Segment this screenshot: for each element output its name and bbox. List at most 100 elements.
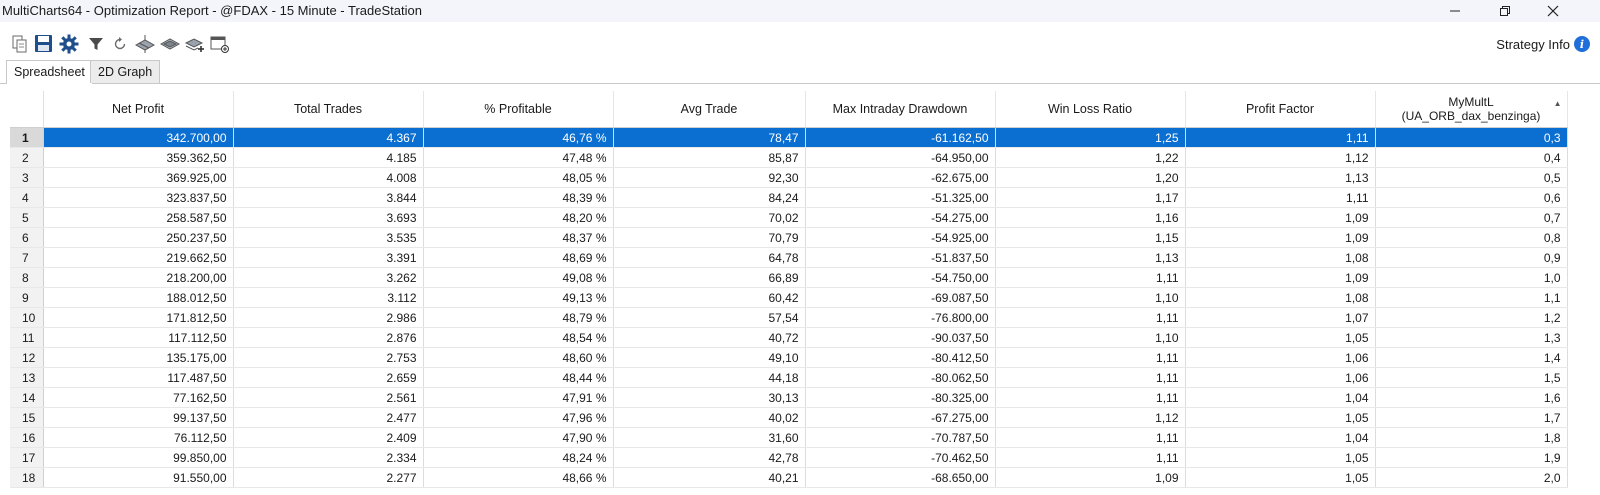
table-cell[interactable]: 4.008 <box>233 167 424 188</box>
strategy-info-link[interactable]: Strategy Info <box>1496 37 1570 52</box>
table-cell[interactable]: 48,54 % <box>423 327 614 348</box>
table-cell[interactable]: 57,54 <box>613 307 806 328</box>
row-number[interactable]: 17 <box>10 447 44 468</box>
row-number[interactable]: 11 <box>10 327 44 348</box>
table-cell[interactable]: 1,2 <box>1375 307 1568 328</box>
table-cell[interactable]: 99.137,50 <box>43 407 234 428</box>
table-cell[interactable]: -61.162,50 <box>805 127 996 148</box>
table-row[interactable]: 9 188.012,50 3.112 49,13 % 60,42 -69.087,50 1,… <box>10 287 1568 308</box>
column-header[interactable]: Avg Trade <box>613 91 806 128</box>
table-row[interactable]: 15 99.137,50 2.477 47,96 % 40,02 -67.275,00 1,… <box>10 407 1568 428</box>
table-cell[interactable]: -67.275,00 <box>805 407 996 428</box>
table-cell[interactable]: -54.275,00 <box>805 207 996 228</box>
close-button[interactable] <box>1530 0 1576 22</box>
table-cell[interactable]: 48,79 % <box>423 307 614 328</box>
table-cell[interactable]: 1,09 <box>995 467 1186 488</box>
table-cell[interactable]: 44,18 <box>613 367 806 388</box>
table-cell[interactable]: 48,37 % <box>423 227 614 248</box>
table-cell[interactable]: 1,15 <box>995 227 1186 248</box>
copy-icon[interactable] <box>10 34 30 54</box>
table-cell[interactable]: -76.800,00 <box>805 307 996 328</box>
table-cell[interactable]: 1,12 <box>995 407 1186 428</box>
table-cell[interactable]: 0,7 <box>1375 207 1568 228</box>
table-row[interactable]: 7 219.662,50 3.391 48,69 % 64,78 -51.837,50 1,… <box>10 247 1568 268</box>
table-cell[interactable]: 77.162,50 <box>43 387 234 408</box>
table-cell[interactable]: 31,60 <box>613 427 806 448</box>
table-cell[interactable]: 2.477 <box>233 407 424 428</box>
table-cell[interactable]: -51.837,50 <box>805 247 996 268</box>
table-cell[interactable]: 40,21 <box>613 467 806 488</box>
table-cell[interactable]: 1,13 <box>1185 167 1376 188</box>
table-cell[interactable]: 1,05 <box>1185 407 1376 428</box>
table-cell[interactable]: 1,05 <box>1185 447 1376 468</box>
refresh-icon[interactable] <box>110 34 130 54</box>
table-row[interactable]: 10 171.812,50 2.986 48,79 % 57,54 -76.800,00 1… <box>10 307 1568 328</box>
row-number[interactable]: 9 <box>10 287 44 308</box>
table-cell[interactable]: 47,91 % <box>423 387 614 408</box>
table-cell[interactable]: -69.087,50 <box>805 287 996 308</box>
row-number[interactable]: 14 <box>10 387 44 408</box>
table-cell[interactable]: 1,6 <box>1375 387 1568 408</box>
table-cell[interactable]: 3.535 <box>233 227 424 248</box>
table-cell[interactable]: 1,09 <box>1185 267 1376 288</box>
tab-spreadsheet[interactable]: Spreadsheet <box>6 60 93 84</box>
row-number[interactable]: 8 <box>10 267 44 288</box>
table-cell[interactable]: 1,1 <box>1375 287 1568 308</box>
table-cell[interactable]: -62.675,00 <box>805 167 996 188</box>
table-cell[interactable]: 1,4 <box>1375 347 1568 368</box>
table-cell[interactable]: 1,17 <box>995 187 1186 208</box>
table-cell[interactable]: 342.700,00 <box>43 127 234 148</box>
table-cell[interactable]: -68.650,00 <box>805 467 996 488</box>
table-cell[interactable]: 1,7 <box>1375 407 1568 428</box>
table-cell[interactable]: 66,89 <box>613 267 806 288</box>
table-cell[interactable]: -70.462,50 <box>805 447 996 468</box>
table-cell[interactable]: 2.334 <box>233 447 424 468</box>
table-cell[interactable]: 60,42 <box>613 287 806 308</box>
table-cell[interactable]: 3.693 <box>233 207 424 228</box>
table-cell[interactable]: 1,05 <box>1185 467 1376 488</box>
table-row[interactable]: 11 117.112,50 2.876 48,54 % 40,72 -90.037,50 1… <box>10 327 1568 348</box>
table-cell[interactable]: 258.587,50 <box>43 207 234 228</box>
table-cell[interactable]: 48,66 % <box>423 467 614 488</box>
table-cell[interactable]: 250.237,50 <box>43 227 234 248</box>
table-cell[interactable]: 70,79 <box>613 227 806 248</box>
row-number[interactable]: 16 <box>10 427 44 448</box>
row-number[interactable]: 3 <box>10 167 44 188</box>
table-cell[interactable]: 1,11 <box>995 387 1186 408</box>
table-cell[interactable]: 1,11 <box>995 267 1186 288</box>
table-cell[interactable]: 1,20 <box>995 167 1186 188</box>
table-cell[interactable]: 48,60 % <box>423 347 614 368</box>
table-cell[interactable]: 2.409 <box>233 427 424 448</box>
column-header[interactable]: % Profitable <box>423 91 614 128</box>
table-cell[interactable]: 1,04 <box>1185 387 1376 408</box>
table-cell[interactable]: 1,07 <box>1185 307 1376 328</box>
table-cell[interactable]: 2,0 <box>1375 467 1568 488</box>
table-cell[interactable]: 3.391 <box>233 247 424 268</box>
table-cell[interactable]: 1,0 <box>1375 267 1568 288</box>
table-cell[interactable]: 0,8 <box>1375 227 1568 248</box>
table-cell[interactable]: 1,11 <box>995 347 1186 368</box>
table-cell[interactable]: 0,9 <box>1375 247 1568 268</box>
table-cell[interactable]: 49,13 % <box>423 287 614 308</box>
table-cell[interactable]: 1,04 <box>1185 427 1376 448</box>
table-cell[interactable]: 1,5 <box>1375 367 1568 388</box>
table-cell[interactable]: 49,08 % <box>423 267 614 288</box>
table-cell[interactable]: 42,78 <box>613 447 806 468</box>
table-cell[interactable]: 0,6 <box>1375 187 1568 208</box>
table-cell[interactable]: 3.844 <box>233 187 424 208</box>
table-row[interactable]: 14 77.162,50 2.561 47,91 % 30,13 -80.325,00 1,… <box>10 387 1568 408</box>
table-cell[interactable]: 30,13 <box>613 387 806 408</box>
table-cell[interactable]: 359.362,50 <box>43 147 234 168</box>
table-cell[interactable]: 117.487,50 <box>43 367 234 388</box>
row-number[interactable]: 13 <box>10 367 44 388</box>
table-cell[interactable]: 2.659 <box>233 367 424 388</box>
table-row[interactable]: 18 91.550,00 2.277 48,66 % 40,21 -68.650,00 1,… <box>10 467 1568 488</box>
table-cell[interactable]: 84,24 <box>613 187 806 208</box>
table-cell[interactable]: 1,06 <box>1185 347 1376 368</box>
table-cell[interactable]: 46,76 % <box>423 127 614 148</box>
save-icon[interactable] <box>34 34 54 54</box>
table-cell[interactable]: 1,11 <box>995 307 1186 328</box>
minimize-button[interactable] <box>1432 0 1478 22</box>
table-cell[interactable]: 1,22 <box>995 147 1186 168</box>
row-number[interactable]: 18 <box>10 467 44 488</box>
